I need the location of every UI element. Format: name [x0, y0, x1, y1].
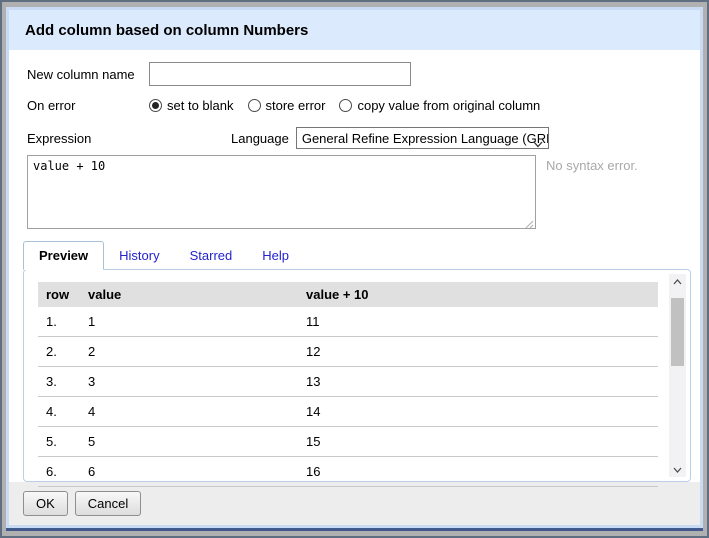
expression-textarea-wrap: value + 10 [27, 155, 536, 229]
language-label: Language [231, 131, 289, 146]
cell-row-index: 3. [38, 367, 80, 397]
cell-result: 14 [298, 397, 658, 427]
tab-bar: Preview History Starred Help [23, 241, 700, 269]
radio-button-icon[interactable] [248, 99, 261, 112]
language-select[interactable]: General Refine Expression Language (GREL… [296, 127, 549, 149]
radio-label: set to blank [167, 98, 234, 113]
cancel-button[interactable]: Cancel [75, 491, 141, 516]
column-header-result: value + 10 [298, 282, 658, 307]
expression-label: Expression [27, 131, 231, 146]
cell-row-index: 1. [38, 307, 80, 337]
cell-value: 4 [80, 397, 298, 427]
expression-editor-row: value + 10 No syntax error. [27, 155, 682, 229]
tab-history[interactable]: History [104, 242, 174, 269]
radio-label: store error [266, 98, 326, 113]
tab-starred[interactable]: Starred [175, 242, 248, 269]
column-header-row: row [38, 282, 80, 307]
table-header-row: row value value + 10 [38, 282, 658, 307]
table-row: 1. 1 11 [38, 307, 658, 337]
on-error-radio-group: set to blank store error copy value from… [149, 98, 550, 113]
table-row: 2. 2 12 [38, 337, 658, 367]
radio-label: copy value from original column [357, 98, 540, 113]
cell-result: 11 [298, 307, 658, 337]
cell-value: 1 [80, 307, 298, 337]
cell-result: 15 [298, 427, 658, 457]
table-row: 6. 6 16 [38, 457, 658, 487]
tab-help[interactable]: Help [247, 242, 304, 269]
on-error-row: On error set to blank store error copy v… [27, 98, 682, 113]
ok-button[interactable]: OK [23, 491, 68, 516]
dialog-footer: OK Cancel [9, 482, 700, 525]
cell-result: 16 [298, 457, 658, 487]
resize-handle-icon[interactable] [524, 216, 534, 226]
cell-result: 13 [298, 367, 658, 397]
on-error-label: On error [27, 98, 149, 113]
syntax-status-text: No syntax error. [546, 155, 638, 173]
preview-panel: row value value + 10 1. 1 11 2. 2 12 [23, 269, 691, 482]
cell-value: 6 [80, 457, 298, 487]
new-column-name-label: New column name [27, 67, 149, 82]
cell-row-index: 2. [38, 337, 80, 367]
cell-row-index: 6. [38, 457, 80, 487]
cell-row-index: 4. [38, 397, 80, 427]
cell-value: 3 [80, 367, 298, 397]
radio-option-copy-value[interactable]: copy value from original column [339, 98, 540, 113]
dialog-title: Add column based on column Numbers [9, 10, 700, 50]
tab-preview[interactable]: Preview [23, 241, 104, 270]
radio-button-icon[interactable] [339, 99, 352, 112]
add-column-dialog: Add column based on column Numbers New c… [6, 7, 703, 528]
scrollbar-thumb[interactable] [671, 298, 684, 366]
scrollbar-up-icon[interactable] [669, 274, 686, 289]
expression-header-row: Expression Language General Refine Expre… [27, 127, 682, 149]
radio-option-store-error[interactable]: store error [248, 98, 326, 113]
radio-option-set-to-blank[interactable]: set to blank [149, 98, 234, 113]
expression-textarea[interactable]: value + 10 [27, 155, 536, 229]
table-row: 3. 3 13 [38, 367, 658, 397]
new-column-name-row: New column name [27, 62, 682, 86]
new-column-name-input[interactable] [149, 62, 411, 86]
scrollbar-track[interactable] [669, 274, 686, 477]
table-row: 5. 5 15 [38, 427, 658, 457]
scrollbar-down-icon[interactable] [669, 462, 686, 477]
radio-button-icon[interactable] [149, 99, 162, 112]
chevron-down-icon [533, 136, 543, 149]
table-row: 4. 4 14 [38, 397, 658, 427]
language-select-value: General Refine Expression Language (GREL… [302, 131, 549, 146]
column-header-value: value [80, 282, 298, 307]
cell-value: 5 [80, 427, 298, 457]
cell-row-index: 5. [38, 427, 80, 457]
cell-result: 12 [298, 337, 658, 367]
cell-value: 2 [80, 337, 298, 367]
preview-table: row value value + 10 1. 1 11 2. 2 12 [38, 282, 658, 487]
screen-overlay: Add column based on column Numbers New c… [0, 0, 709, 538]
